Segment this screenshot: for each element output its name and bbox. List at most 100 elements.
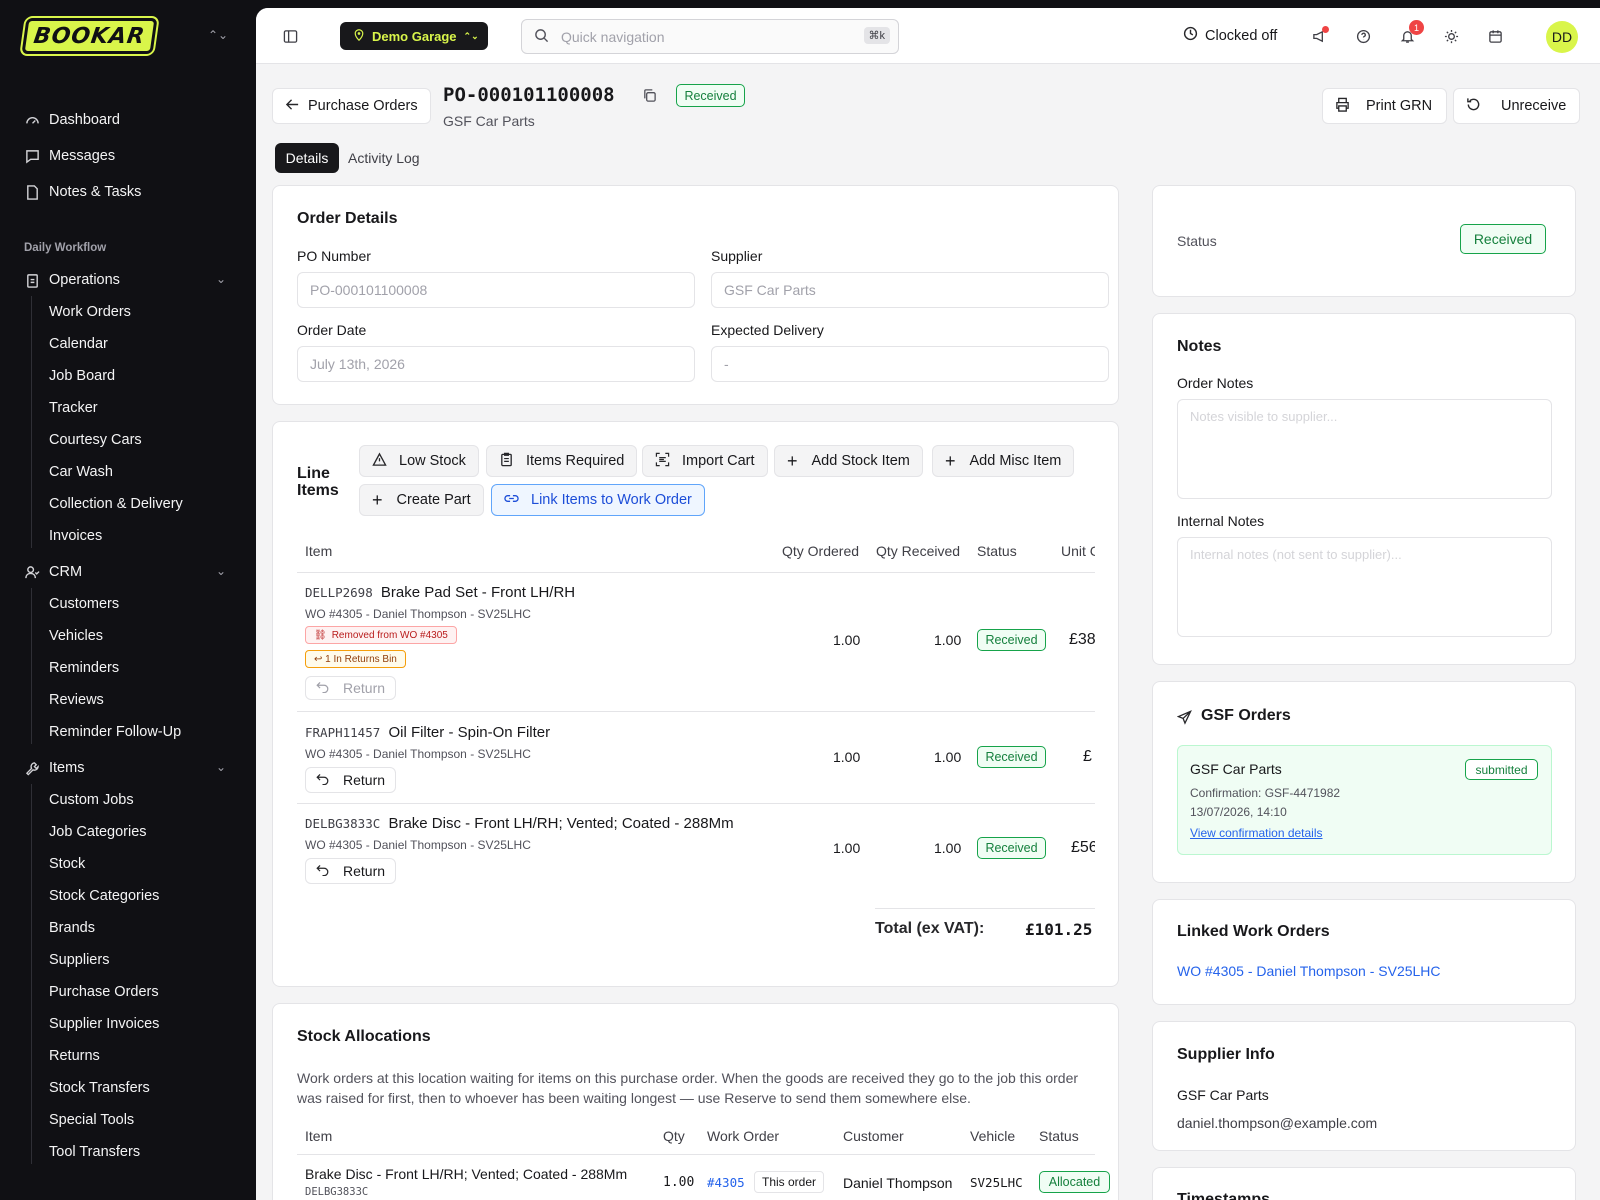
- low-stock-button[interactable]: Low Stock: [359, 445, 479, 477]
- expected-delivery-field[interactable]: -: [711, 346, 1109, 382]
- sidebar-item-car-wash[interactable]: Car Wash: [49, 464, 113, 480]
- item-work-order: WO #4305 - Daniel Thompson - SV25LHC: [305, 607, 531, 621]
- location-selector[interactable]: Demo Garage ⌃⌄: [340, 22, 488, 50]
- sidebar-item-work-orders[interactable]: Work Orders: [49, 304, 131, 320]
- order-date-field[interactable]: July 13th, 2026: [297, 346, 695, 382]
- plus-icon: +: [372, 489, 383, 510]
- return-button[interactable]: Return: [305, 858, 397, 884]
- supplier-info-title: Supplier Info: [1177, 1046, 1275, 1063]
- table-row: DELBG3833C Brake Disc - Front LH/RH; Ven…: [305, 815, 734, 832]
- sidebar-item-reminder-follow-up[interactable]: Reminder Follow-Up: [49, 724, 181, 740]
- page-title: PO-000101100008: [443, 84, 615, 106]
- sidebar-item-purchase-orders[interactable]: Purchase Orders: [49, 984, 159, 1000]
- internal-notes-label: Internal Notes: [1177, 513, 1265, 529]
- notification-count-badge: 1: [1409, 20, 1424, 35]
- sidebar-item-notes-tasks[interactable]: Notes & Tasks: [24, 181, 141, 203]
- linked-work-orders-title: Linked Work Orders: [1177, 923, 1330, 940]
- return-button[interactable]: Return: [305, 767, 397, 793]
- sidebar-item-collection-delivery[interactable]: Collection & Delivery: [49, 496, 183, 512]
- sidebar-tree-line: [31, 296, 32, 548]
- import-cart-button[interactable]: Import Cart: [642, 445, 768, 477]
- print-grn-button[interactable]: Print GRN: [1322, 88, 1448, 124]
- divider: [875, 908, 1095, 909]
- column-header-item: Item: [305, 1128, 333, 1144]
- back-to-purchase-orders-button[interactable]: Purchase Orders: [272, 88, 431, 124]
- sidebar-item-reminders[interactable]: Reminders: [49, 660, 119, 676]
- allocation-work-order-link[interactable]: #4305: [707, 1175, 745, 1190]
- tab-activity-log[interactable]: Activity Log: [348, 150, 420, 166]
- sun-icon[interactable]: [1441, 26, 1461, 46]
- unread-dot: [1322, 26, 1329, 33]
- this-order-badge: This order: [754, 1171, 825, 1193]
- sidebar-item-stock-categories[interactable]: Stock Categories: [49, 888, 159, 904]
- supplier-field[interactable]: GSF Car Parts: [711, 272, 1109, 308]
- sidebar-item-custom-jobs[interactable]: Custom Jobs: [49, 792, 134, 808]
- sidebar-tree-line: [31, 588, 32, 744]
- search-input[interactable]: Quick navigation ⌘k: [521, 19, 899, 54]
- chevron-down-icon[interactable]: ⌄: [216, 564, 226, 578]
- table-row: FRAPH11457 Oil Filter - Spin-On Filter: [305, 724, 550, 741]
- user-check-icon: [24, 564, 40, 580]
- org-switch-chevron-icon[interactable]: ⌃⌄: [208, 28, 228, 42]
- sidebar-item-calendar[interactable]: Calendar: [49, 336, 108, 352]
- add-misc-item-label: Add Misc Item: [969, 453, 1062, 469]
- sidebar-item-tool-transfers[interactable]: Tool Transfers: [49, 1144, 140, 1160]
- sidebar-item-messages[interactable]: Messages: [24, 145, 115, 167]
- qty-ordered: 1.00: [833, 749, 861, 765]
- sidebar-item-supplier-invoices[interactable]: Supplier Invoices: [49, 1016, 159, 1032]
- sidebar-item-special-tools[interactable]: Special Tools: [49, 1112, 134, 1128]
- calendar-icon[interactable]: [1485, 26, 1505, 46]
- sidebar-item-stock[interactable]: Stock: [49, 856, 85, 872]
- status-label: Status: [1177, 233, 1217, 249]
- sidebar-item-customers[interactable]: Customers: [49, 596, 119, 612]
- unreceive-button[interactable]: Unreceive: [1453, 88, 1581, 124]
- announcement-icon[interactable]: [1309, 26, 1329, 46]
- stock-allocations-card: Stock Allocations Work orders at this lo…: [272, 1003, 1119, 1200]
- sidebar-item-job-categories[interactable]: Job Categories: [49, 824, 147, 840]
- sidebar-item-returns[interactable]: Returns: [49, 1048, 100, 1064]
- timestamps-title: Timestamps: [1177, 1191, 1271, 1200]
- sidebar-group-items[interactable]: Items: [24, 757, 84, 779]
- po-number-field[interactable]: PO-000101100008: [297, 272, 695, 308]
- copy-icon[interactable]: [642, 88, 657, 106]
- gsf-orders-card: GSF Orders GSF Car Parts submitted Confi…: [1152, 681, 1576, 883]
- items-required-button[interactable]: Items Required: [486, 445, 638, 477]
- chevron-down-icon[interactable]: ⌄: [216, 760, 226, 774]
- internal-notes-textarea[interactable]: Internal notes (not sent to supplier)...: [1177, 537, 1552, 637]
- sidebar-item-reviews[interactable]: Reviews: [49, 692, 104, 708]
- sidebar-item-tracker[interactable]: Tracker: [49, 400, 98, 416]
- view-confirmation-link[interactable]: View confirmation details: [1190, 826, 1323, 840]
- clock-status-label: Clocked off: [1205, 27, 1278, 44]
- sidebar-item-invoices[interactable]: Invoices: [49, 528, 102, 544]
- column-header-item: Item: [305, 543, 333, 559]
- create-part-button[interactable]: + Create Part: [359, 484, 484, 516]
- add-stock-item-button[interactable]: + Add Stock Item: [774, 445, 923, 477]
- sidebar-item-dashboard[interactable]: Dashboard: [24, 109, 120, 131]
- sidebar-item-job-board[interactable]: Job Board: [49, 368, 115, 384]
- removed-from-wo-tag: ⛓ Removed from WO #4305: [305, 626, 457, 644]
- order-notes-textarea[interactable]: Notes visible to supplier...: [1177, 399, 1552, 499]
- clock-status[interactable]: Clocked off: [1183, 26, 1277, 45]
- sidebar-item-stock-transfers[interactable]: Stock Transfers: [49, 1080, 150, 1096]
- chevron-down-icon[interactable]: ⌄: [216, 272, 226, 286]
- sidebar-item-brands[interactable]: Brands: [49, 920, 95, 936]
- sidebar-item-courtesy-cars[interactable]: Courtesy Cars: [49, 432, 142, 448]
- bookar-logo[interactable]: BOOKAR: [21, 18, 158, 54]
- order-details-card: Order Details PO Number PO-000101100008 …: [272, 185, 1119, 405]
- clipboard-icon: [24, 272, 40, 288]
- tab-details[interactable]: Details: [275, 143, 339, 173]
- sidebar-group-crm[interactable]: CRM: [24, 561, 82, 583]
- low-stock-label: Low Stock: [399, 453, 466, 469]
- avatar[interactable]: DD: [1546, 21, 1578, 53]
- clipboard-list-icon: [499, 452, 514, 471]
- link-items-to-work-order-button[interactable]: Link Items to Work Order: [491, 484, 705, 516]
- return-button-disabled[interactable]: Return: [305, 676, 397, 700]
- sidebar-item-vehicles[interactable]: Vehicles: [49, 628, 103, 644]
- sidebar-toggle-icon[interactable]: [280, 26, 300, 46]
- sidebar-item-suppliers[interactable]: Suppliers: [49, 952, 109, 968]
- sidebar-group-operations[interactable]: Operations: [24, 269, 120, 291]
- help-icon[interactable]: [1353, 26, 1373, 46]
- linked-work-order-link[interactable]: WO #4305 - Daniel Thompson - SV25LHC: [1177, 963, 1441, 979]
- bell-icon[interactable]: 1: [1397, 20, 1424, 46]
- add-misc-item-button[interactable]: + Add Misc Item: [932, 445, 1075, 477]
